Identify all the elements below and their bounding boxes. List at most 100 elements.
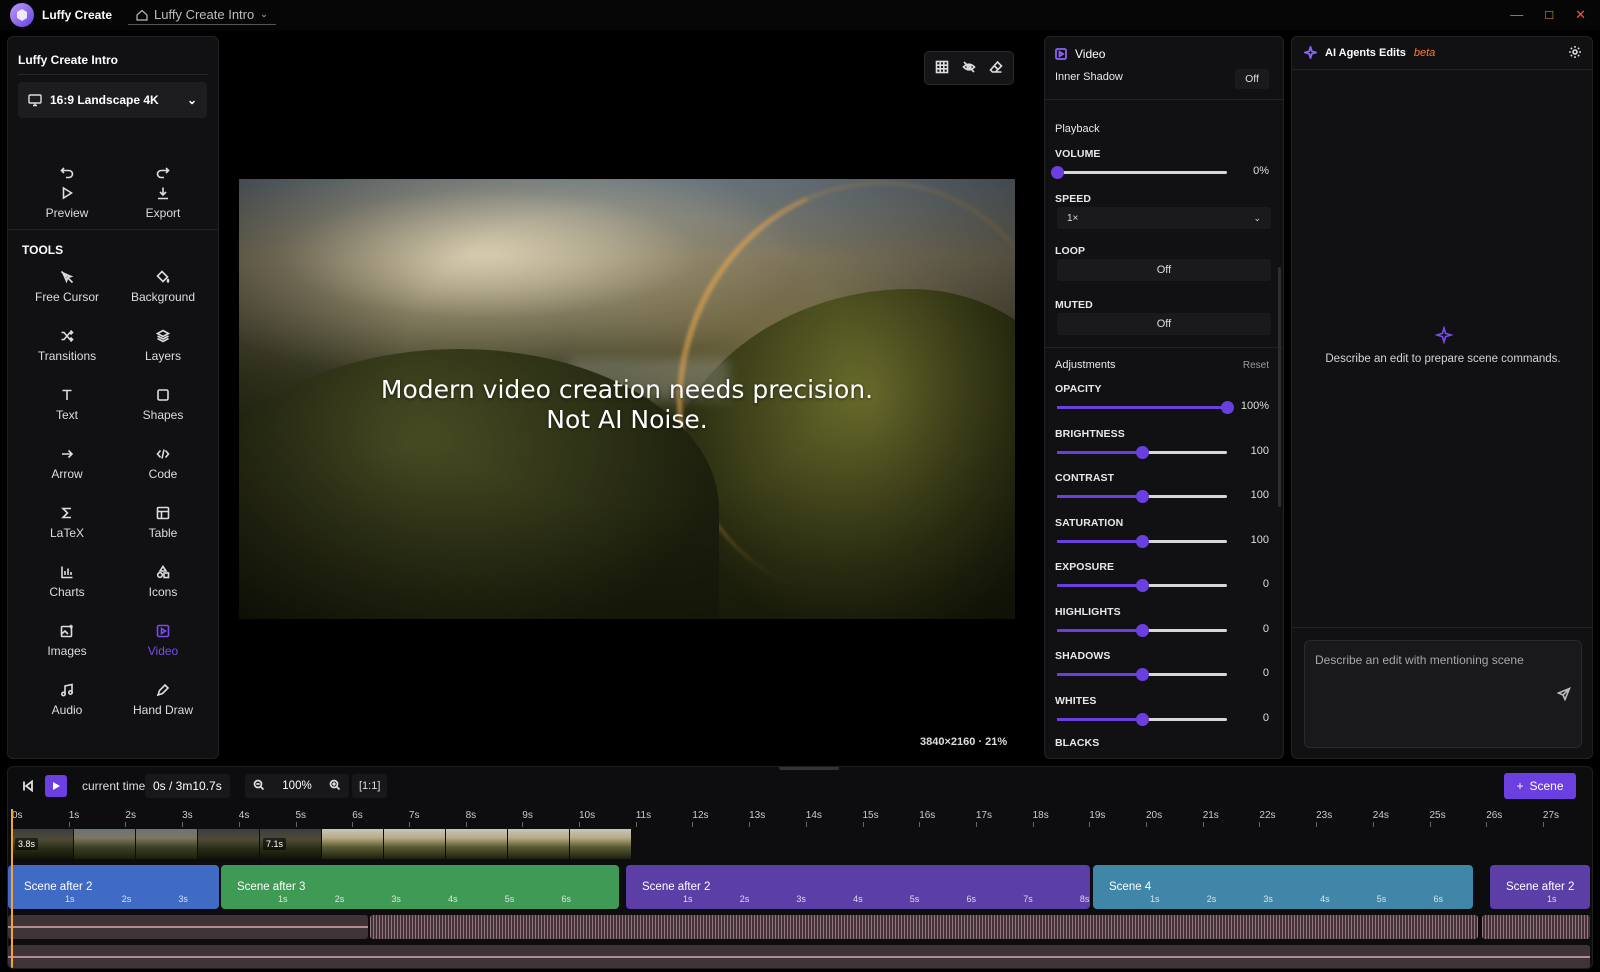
volume-value: 0% <box>1253 165 1269 177</box>
play-button[interactable] <box>45 775 67 797</box>
overlay-text-line-2[interactable]: Not AI Noise. <box>239 405 1015 435</box>
slider-knob[interactable] <box>1136 579 1149 592</box>
playhead[interactable] <box>11 809 13 968</box>
adjustment-slider[interactable] <box>1057 579 1227 592</box>
tool-video[interactable]: Video <box>116 611 210 670</box>
adjustment-slider[interactable] <box>1057 401 1234 414</box>
tool-charts[interactable]: Charts <box>18 552 116 611</box>
tool-text[interactable]: Text <box>18 375 116 434</box>
scene-tick: 4s <box>448 894 458 904</box>
tool-latex[interactable]: LaTeX <box>18 493 116 552</box>
tool-hand-draw[interactable]: Hand Draw <box>116 670 210 729</box>
add-scene-button[interactable]: + Scene <box>1504 773 1576 799</box>
audio-clip[interactable] <box>1482 915 1590 939</box>
sparkles-icon <box>1304 46 1317 59</box>
tool-transitions[interactable]: Transitions <box>18 316 116 375</box>
adjustment-slider[interactable] <box>1057 712 1227 726</box>
scene-block[interactable]: Scene after 2 1s 2s 3s 4s 5s 6s 7s 8s <box>626 865 1090 909</box>
adjustment-slider[interactable] <box>1057 668 1227 681</box>
scene-block[interactable]: Scene after 2 1s 2s 3s <box>8 865 219 909</box>
ruler-tick: 16s <box>919 810 936 827</box>
adjustment-value: 0 <box>1262 667 1269 679</box>
slider-knob[interactable] <box>1221 401 1234 414</box>
eraser-button[interactable] <box>989 60 1003 77</box>
beta-badge: beta <box>1413 46 1436 59</box>
grid-toggle-button[interactable] <box>935 60 949 77</box>
scene-tick: 1s <box>1150 894 1160 904</box>
volume-slider[interactable] <box>1051 166 1227 179</box>
tool-table[interactable]: Table <box>116 493 210 552</box>
tool-shapes[interactable]: Shapes <box>116 375 210 434</box>
slider-knob[interactable] <box>1051 166 1064 179</box>
slider-knob[interactable] <box>1136 668 1149 681</box>
tool-label: Audio <box>51 702 83 717</box>
speed-select[interactable]: 1× ⌄ <box>1057 207 1271 229</box>
scene-block[interactable]: Scene after 3 1s 2s 3s 4s 5s 6s <box>221 865 619 909</box>
ruler-tick: 24s <box>1372 810 1389 827</box>
clip-thumbnail <box>570 829 632 859</box>
minimize-button[interactable]: — <box>1510 6 1523 24</box>
clip-thumbnail <box>508 829 570 859</box>
muted-toggle[interactable]: Off <box>1057 313 1271 335</box>
timeline-ruler[interactable]: 0s 1s 2s 3s 4s 5s 6s 7s 8s 9s 10s 11s 12s 13s 14s 15s 16… <box>8 807 1592 827</box>
aspect-ratio-select[interactable]: 16:9 Landscape 4K ⌄ <box>18 82 207 118</box>
tool-code[interactable]: Code <box>116 434 210 493</box>
overlay-text-line-1[interactable]: Modern video creation needs precision. <box>239 375 1015 405</box>
clip-thumbnail: 7.1s <box>260 829 322 859</box>
inner-shadow-toggle[interactable]: Off <box>1235 69 1269 89</box>
app-logo <box>10 3 34 27</box>
tool-icons[interactable]: Icons <box>116 552 210 611</box>
ai-panel-header: AI Agents Edits beta <box>1304 46 1435 59</box>
send-button[interactable] <box>1556 687 1571 704</box>
tool-label: Arrow <box>51 466 83 481</box>
tool-arrow[interactable]: Arrow <box>18 434 116 493</box>
properties-scrollbar[interactable] <box>1278 267 1281 507</box>
ai-settings-button[interactable] <box>1568 45 1582 59</box>
ai-prompt-input[interactable]: Describe an edit with mentioning scene <box>1304 640 1582 748</box>
slider-knob[interactable] <box>1136 534 1149 548</box>
tool-images[interactable]: Images <box>18 611 116 670</box>
video-clip-track[interactable]: 3.8s 7.1s <box>12 829 632 861</box>
tool-label: LaTeX <box>49 525 85 540</box>
zoom-in-button[interactable] <box>329 779 341 794</box>
scene-tick: 8s <box>1079 894 1090 904</box>
slider-knob[interactable] <box>1136 712 1149 726</box>
reset-adjustments-button[interactable]: Reset <box>1243 360 1269 371</box>
skip-to-start-button[interactable] <box>22 780 34 792</box>
ruler-tick: 11s <box>635 810 652 827</box>
cursor-off-icon <box>60 270 74 283</box>
zoom-out-button[interactable] <box>253 779 265 794</box>
adjustment-slider[interactable] <box>1057 490 1227 503</box>
slider-knob[interactable] <box>1136 623 1149 637</box>
fit-zoom-button[interactable]: [1:1] <box>352 774 388 798</box>
adjustment-slider[interactable] <box>1057 623 1227 637</box>
timeline-resize-handle[interactable] <box>779 767 839 770</box>
export-button[interactable]: Export <box>116 173 210 232</box>
adjustment-slider[interactable] <box>1057 534 1227 548</box>
audio-clip[interactable] <box>370 915 1478 939</box>
video-preview[interactable]: Modern video creation needs precision. N… <box>239 179 1015 619</box>
tool-audio[interactable]: Audio <box>18 670 116 729</box>
tool-label: Hand Draw <box>132 702 194 717</box>
clip-thumbnail: 3.8s <box>12 829 74 859</box>
slider-knob[interactable] <box>1136 445 1149 459</box>
visibility-toggle-button[interactable] <box>962 60 976 77</box>
slider-knob[interactable] <box>1136 490 1149 503</box>
preview-button[interactable]: Preview <box>18 173 116 232</box>
tool-layers[interactable]: Layers <box>116 316 210 375</box>
tool-free-cursor[interactable]: Free Cursor <box>18 257 116 316</box>
adjustment-slider[interactable] <box>1057 445 1227 459</box>
audio-clip[interactable] <box>8 945 1590 968</box>
scene-block[interactable]: Scene 4 1s 2s 3s 4s 5s 6s <box>1093 865 1473 909</box>
close-button[interactable]: ✕ <box>1575 6 1586 24</box>
tool-background[interactable]: Background <box>116 257 210 316</box>
document-tab[interactable]: Luffy Create Intro ⌄ <box>128 5 276 25</box>
blacks-label: BLACKS <box>1055 737 1100 749</box>
audio-clip[interactable] <box>8 915 368 939</box>
clip-thumbnail <box>322 829 384 859</box>
loop-toggle[interactable]: Off <box>1057 259 1271 281</box>
scene-block[interactable]: Scene after 2 1s <box>1490 865 1590 909</box>
ruler-tick: 25s <box>1429 810 1446 827</box>
maximize-button[interactable]: □ <box>1545 6 1553 24</box>
adjustment-value: 100 <box>1250 533 1269 546</box>
